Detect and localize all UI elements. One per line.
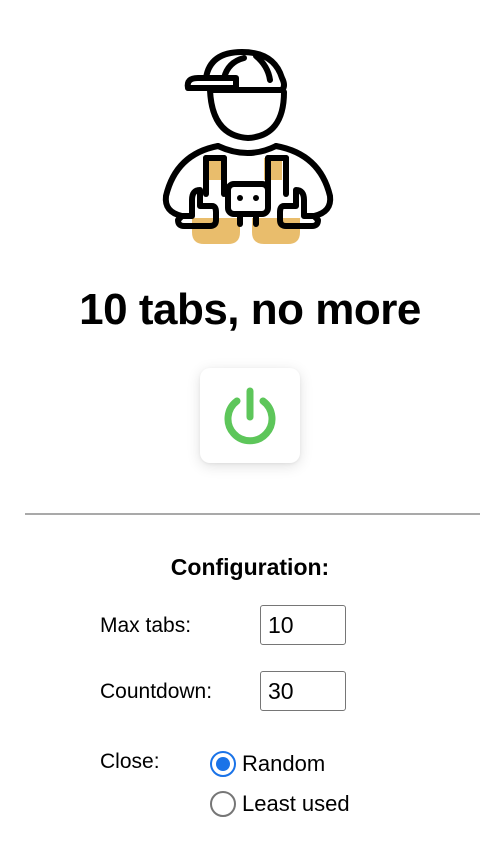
close-random-label[interactable]: Random: [242, 751, 325, 777]
max-tabs-label: Max tabs:: [100, 614, 192, 637]
section-divider: [25, 513, 480, 515]
power-toggle-button[interactable]: [200, 368, 300, 463]
page-title: 10 tabs, no more: [79, 285, 421, 334]
max-tabs-input[interactable]: [260, 605, 346, 645]
countdown-label: Countdown:: [100, 680, 213, 703]
close-random-radio[interactable]: [210, 751, 236, 777]
close-label: Close:: [100, 750, 160, 773]
close-least-used-radio[interactable]: [210, 791, 236, 817]
power-icon: [224, 387, 276, 444]
countdown-input[interactable]: [260, 671, 346, 711]
close-least-used-label[interactable]: Least used: [242, 791, 350, 817]
worker-with-cap-icon: [156, 44, 344, 250]
configuration-heading: Configuration:: [170, 554, 330, 580]
